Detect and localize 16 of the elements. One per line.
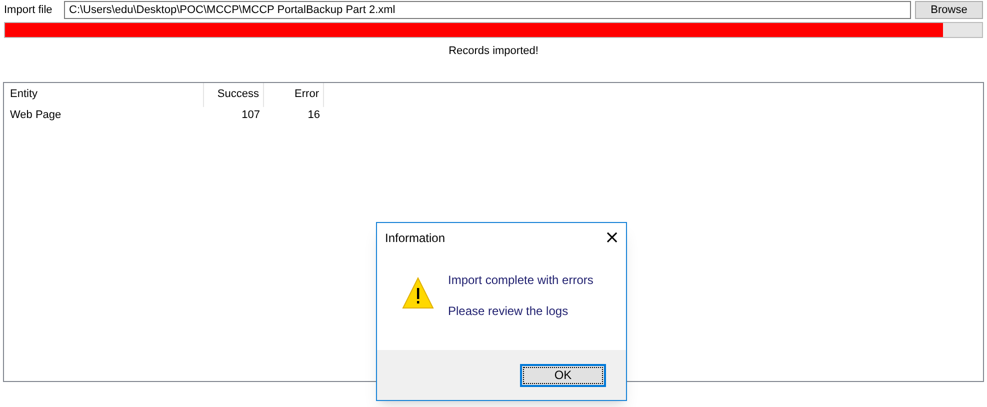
table-cell-text: 16 <box>308 108 320 124</box>
table-cell-text: Web Page <box>10 108 62 124</box>
dialog-message: Please review the logs <box>448 303 570 320</box>
field-label: Import file <box>4 2 54 18</box>
dialog-title: Information <box>385 230 446 247</box>
status-text: Records imported! <box>448 44 538 59</box>
close-button[interactable]: × <box>598 225 626 251</box>
warning-icon <box>402 277 434 309</box>
table-cell-text: 107 <box>242 108 260 124</box>
column-header[interactable]: Error <box>264 82 324 106</box>
dialog-message: Import complete with errors <box>448 272 594 289</box>
ok-button[interactable]: OK <box>520 364 606 386</box>
column-header[interactable]: Entity <box>4 82 204 106</box>
file-path-field[interactable]: C:\Users\edu\Desktop\POC\MCCP\MCCP PortalBackup Part 2.xml <box>64 1 911 19</box>
column-header[interactable]: Success <box>204 82 264 106</box>
browse-button[interactable]: Browse <box>915 1 983 19</box>
